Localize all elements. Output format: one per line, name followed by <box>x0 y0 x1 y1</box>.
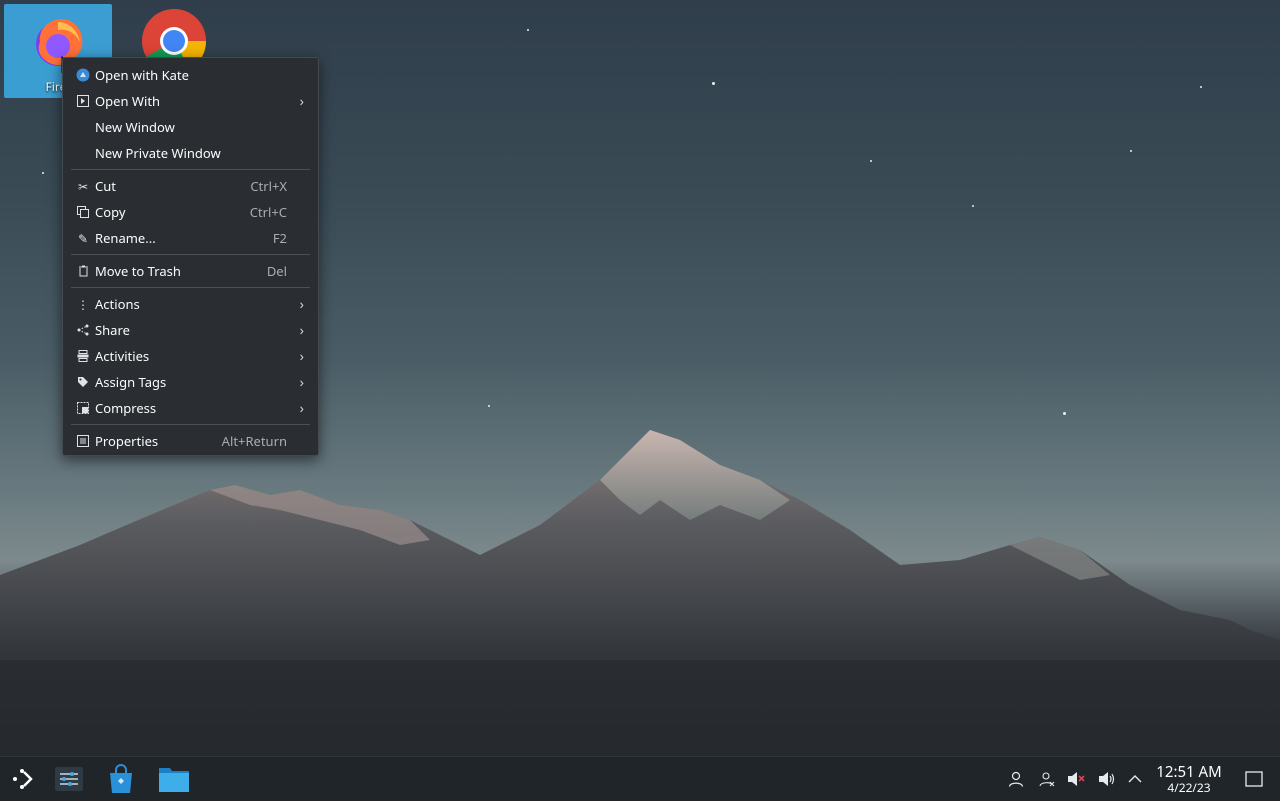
chevron-right-icon: › <box>299 372 304 392</box>
chevron-right-icon: › <box>299 346 304 366</box>
menu-item-label: Assign Tags <box>95 373 167 391</box>
menu-item-copy[interactable]: Copy Ctrl+C <box>67 200 314 224</box>
taskbar-system-settings[interactable] <box>53 763 85 795</box>
chevron-up-icon[interactable] <box>1125 769 1145 789</box>
menu-item-properties[interactable]: Properties Alt+Return <box>67 429 314 453</box>
menu-item-shortcut: Ctrl+X <box>250 177 287 195</box>
menu-item-assign-tags[interactable]: Assign Tags › <box>67 370 314 394</box>
menu-item-label: Compress <box>95 399 157 417</box>
menu-item-activities[interactable]: Activities › <box>67 344 314 368</box>
menu-item-actions[interactable]: ⋮ Actions › <box>67 292 314 316</box>
digital-clock[interactable]: 12:51 AM 4/22/23 <box>1150 763 1228 795</box>
menu-item-label: Cut <box>95 177 116 195</box>
settings-sliders-icon <box>55 767 83 791</box>
menu-item-shortcut: Del <box>266 262 287 280</box>
user-icon[interactable] <box>1006 769 1026 789</box>
tag-icon <box>75 374 91 390</box>
menu-item-label: Rename... <box>95 229 156 247</box>
show-desktop-icon[interactable] <box>1244 769 1264 789</box>
application-launcher-button[interactable] <box>6 763 38 795</box>
menu-item-label: Open with Kate <box>95 66 189 84</box>
menu-item-shortcut: Ctrl+C <box>249 203 287 221</box>
clock-date: 4/22/23 <box>1167 779 1211 796</box>
chevron-right-icon: › <box>299 320 304 340</box>
menu-item-label: Properties <box>95 432 159 450</box>
chevron-right-icon: › <box>299 398 304 418</box>
kde-launcher-icon <box>13 769 33 789</box>
discover-store-icon <box>110 764 132 793</box>
menu-item-label: Activities <box>95 347 150 365</box>
menu-item-rename[interactable]: ✎ Rename... F2 <box>67 226 314 250</box>
open-with-icon <box>75 93 91 109</box>
kebab-icon: ⋮ <box>77 295 89 313</box>
menu-item-label: Move to Trash <box>95 262 181 280</box>
menu-item-label: Open With <box>95 92 161 110</box>
copy-icon <box>75 204 91 220</box>
menu-item-label: Copy <box>95 203 126 221</box>
folder-icon <box>159 768 189 792</box>
menu-item-new-private-window[interactable]: New Private Window <box>67 141 314 165</box>
menu-item-compress[interactable]: Compress › <box>67 396 314 420</box>
taskbar: 12:51 AM 4/22/23 <box>0 756 1280 801</box>
volume-muted-icon[interactable] <box>1066 769 1086 789</box>
menu-item-label: New Window <box>95 118 175 136</box>
taskbar-discover[interactable] <box>105 763 137 795</box>
menu-item-open-with[interactable]: Open With › <box>67 89 314 113</box>
menu-separator <box>71 424 310 425</box>
share-icon <box>75 322 91 338</box>
context-menu: Open with Kate Open With › New Window Ne… <box>62 57 319 456</box>
menu-item-open-with-kate[interactable]: Open with Kate <box>67 63 314 87</box>
trash-icon <box>75 263 91 279</box>
menu-separator <box>71 169 310 170</box>
volume-icon[interactable] <box>1097 769 1117 789</box>
menu-separator <box>71 287 310 288</box>
menu-item-cut[interactable]: ✂ Cut Ctrl+X <box>67 174 314 198</box>
menu-item-label: Share <box>95 321 130 339</box>
activities-icon <box>75 348 91 364</box>
chevron-right-icon: › <box>299 294 304 314</box>
pencil-icon: ✎ <box>77 229 89 247</box>
chevron-right-icon: › <box>299 91 304 111</box>
menu-item-label: New Private Window <box>95 144 221 162</box>
menu-item-share[interactable]: Share › <box>67 318 314 342</box>
scissors-icon: ✂ <box>77 177 89 195</box>
menu-separator <box>71 254 310 255</box>
compress-icon <box>75 400 91 416</box>
menu-item-label: Actions <box>95 295 140 313</box>
kate-icon <box>75 67 91 83</box>
menu-item-move-to-trash[interactable]: Move to Trash Del <box>67 259 314 283</box>
properties-icon <box>75 433 91 449</box>
menu-item-new-window[interactable]: New Window <box>67 115 314 139</box>
menu-item-shortcut: Alt+Return <box>221 432 287 450</box>
user-switch-icon[interactable] <box>1037 769 1057 789</box>
taskbar-file-manager[interactable] <box>158 763 190 795</box>
menu-item-shortcut: F2 <box>272 229 287 247</box>
